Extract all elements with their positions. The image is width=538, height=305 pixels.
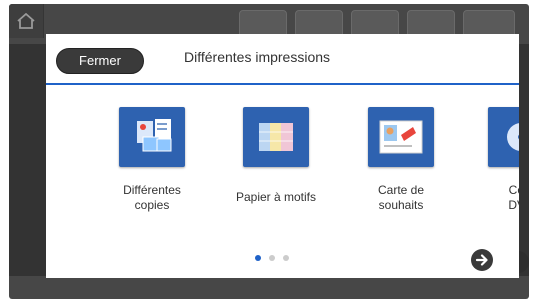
copies-tile [119, 107, 185, 167]
home-icon [17, 13, 35, 29]
dialog-header: Fermer Différentes impressions [46, 34, 519, 85]
dialog-title: Différentes impressions [184, 49, 331, 65]
next-page-button[interactable] [471, 249, 493, 271]
page-dot [269, 255, 275, 261]
close-button[interactable]: Fermer [56, 48, 144, 74]
mode-item-patterned-paper[interactable]: Papier à motifs [221, 107, 331, 205]
mode-label: CopiDVD [508, 183, 519, 212]
home-button[interactable] [9, 4, 44, 38]
page-dot-active [255, 255, 261, 261]
printer-screen: Fermer Différentes impressions Différent… [9, 4, 529, 299]
greeting-card-icon [379, 120, 423, 154]
mode-item-dvd-copy[interactable]: CopiDVD [466, 107, 519, 213]
patterned-paper-tile [243, 107, 309, 167]
mode-label: Différentes copies [123, 183, 181, 212]
mode-label: Papier à motifs [235, 190, 317, 204]
dvd-copy-tile [488, 107, 519, 167]
page-dot [283, 255, 289, 261]
mode-label: Carte de souhaits [377, 183, 425, 212]
mode-item-greeting-card[interactable]: Carte de souhaits [346, 107, 456, 213]
mode-item-copies[interactable]: Différentes copies [97, 107, 207, 213]
arrow-right-icon [475, 254, 488, 266]
patterned-paper-icon [259, 123, 293, 151]
copies-icon [137, 119, 172, 152]
print-modes-list: Différentes copies Papier à motifs Carte… [46, 85, 519, 255]
greeting-card-tile [368, 107, 434, 167]
print-modes-dialog: Fermer Différentes impressions Différent… [46, 34, 519, 278]
dvd-copy-icon [507, 123, 519, 151]
